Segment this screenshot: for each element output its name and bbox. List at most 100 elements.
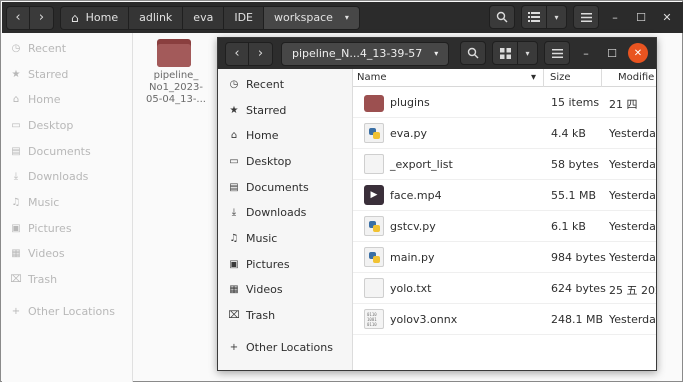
file-row[interactable]: gstcv.py 6.1 kB Yesterday — [353, 211, 656, 242]
sidebar-item-starred[interactable]: ★ Starred — [228, 104, 287, 117]
file-row[interactable]: _export_list 58 bytes Yesterday — [353, 149, 656, 180]
text-file-icon — [364, 278, 384, 298]
sidebar-item-label: Videos — [246, 283, 283, 296]
chevron-down-icon: ▾ — [344, 13, 349, 22]
sidebar-item-label: Documents — [28, 145, 91, 158]
trash-icon: ⌧ — [228, 310, 240, 321]
menu-button[interactable] — [544, 41, 570, 65]
view-toggle: ▾ — [492, 41, 538, 65]
close-button[interactable]: ✕ — [628, 43, 648, 63]
column-header-name[interactable]: Name — [357, 72, 387, 83]
file-row[interactable]: 0110 1001 0110 yolov3.onnx 248.1 MB Yester… — [353, 304, 656, 335]
sidebar-item-home[interactable]: ⌂ Home — [10, 93, 61, 106]
file-row[interactable]: plugins 15 items 21 四 — [353, 87, 656, 118]
breadcrumb-ide[interactable]: IDE — [224, 6, 264, 29]
sidebar-item-label: Other Locations — [28, 305, 115, 318]
picture-icon: ▣ — [229, 259, 239, 270]
file-size: 248.1 MB — [551, 313, 604, 326]
back-button[interactable]: ‹ — [225, 41, 249, 66]
file-modified: Yesterday — [609, 158, 656, 171]
back-window-back-button[interactable]: ‹ — [6, 5, 30, 30]
file-row[interactable]: main.py 984 bytes Yesterday — [353, 242, 656, 273]
list-view-button[interactable] — [521, 5, 547, 29]
file-list: Name ▾ Size Modifie plugins 15 items 21 … — [353, 69, 656, 370]
breadcrumb: ⌂ Home adlink eva IDE workspace ▾ — [60, 5, 360, 30]
video-file-icon: ▶ — [364, 185, 384, 205]
video-icon: ▦ — [229, 284, 239, 295]
sidebar-item-videos[interactable]: ▦ Videos — [10, 247, 64, 260]
file-row[interactable]: yolo.txt 624 bytes 25 五 2023 — [353, 273, 656, 304]
back-window-forward-button[interactable]: › — [30, 5, 54, 30]
sidebar-item-pictures[interactable]: ▣ Pictures — [228, 258, 290, 271]
grid-view-button[interactable] — [492, 41, 518, 65]
file-row[interactable]: ▶ face.mp4 55.1 MB Yesterday — [353, 180, 656, 211]
sort-indicator-icon: ▾ — [531, 72, 537, 83]
folder-label[interactable]: pipeline_ No1_2023- 05-04_13-... — [141, 70, 211, 106]
view-options-button[interactable]: ▾ — [518, 41, 538, 65]
search-button[interactable] — [489, 5, 515, 29]
menu-button[interactable] — [573, 5, 599, 29]
breadcrumb-adlink[interactable]: adlink — [129, 6, 184, 29]
column-divider[interactable] — [601, 69, 602, 87]
sidebar-item-desktop[interactable]: ▭ Desktop — [10, 119, 73, 132]
file-list-header: Name ▾ Size Modifie — [353, 69, 656, 87]
breadcrumb-workspace[interactable]: workspace ▾ — [264, 6, 359, 29]
file-name: face.mp4 — [390, 189, 442, 202]
breadcrumb-eva[interactable]: eva — [183, 6, 225, 29]
clock-icon: ◷ — [229, 79, 239, 90]
sidebar-item-documents[interactable]: ▤ Documents — [228, 181, 308, 194]
sidebar-item-label: Recent — [246, 78, 285, 91]
view-options-button[interactable]: ▾ — [547, 5, 567, 29]
sidebar-item-videos[interactable]: ▦ Videos — [228, 283, 283, 296]
sidebar-item-music[interactable]: ♫ Music — [10, 196, 60, 209]
sidebar-item-documents[interactable]: ▤ Documents — [10, 145, 91, 158]
sidebar-item-other-locations[interactable]: + Other Locations — [10, 305, 115, 318]
file-modified: Yesterday — [609, 251, 656, 264]
breadcrumb-home[interactable]: ⌂ Home — [61, 6, 130, 29]
breadcrumb-label: adlink — [139, 11, 173, 24]
file-size: 15 items — [551, 96, 600, 109]
sidebar-item-trash[interactable]: ⌧ Trash — [228, 309, 275, 322]
sidebar-item-recent[interactable]: ◷ Recent — [228, 78, 284, 91]
chevron-left-icon: ‹ — [234, 46, 240, 61]
folder-icon[interactable] — [157, 39, 191, 67]
minimize-button[interactable]: – — [576, 43, 596, 63]
column-divider[interactable] — [543, 69, 544, 87]
path-label: pipeline_N...4_13-39-57 — [292, 47, 423, 60]
python-file-icon — [364, 247, 384, 267]
sidebar-item-desktop[interactable]: ▭ Desktop — [228, 155, 291, 168]
python-file-icon — [364, 216, 384, 236]
sidebar-item-pictures[interactable]: ▣ Pictures — [10, 222, 71, 235]
sidebar-item-recent[interactable]: ◷ Recent — [10, 42, 66, 55]
sidebar-item-other-locations[interactable]: + Other Locations — [228, 341, 333, 354]
sidebar-item-starred[interactable]: ★ Starred — [10, 68, 69, 81]
column-header-size[interactable]: Size — [550, 72, 571, 83]
sidebar-item-music[interactable]: ♫ Music — [228, 232, 278, 245]
close-button[interactable]: ✕ — [657, 7, 677, 27]
sidebar-item-downloads[interactable]: ⤓ Downloads — [228, 206, 307, 219]
download-icon: ⤓ — [231, 207, 237, 218]
front-window-sidebar: ◷ Recent ★ Starred ⌂ Home ▭ Desktop ▤ Documen… — [218, 69, 353, 370]
sidebar-item-downloads[interactable]: ⤓ Downloads — [10, 170, 89, 183]
file-modified: Yesterday — [609, 220, 656, 233]
star-icon: ★ — [11, 69, 21, 80]
minimize-button[interactable]: – — [605, 7, 625, 27]
path-button[interactable]: pipeline_N...4_13-39-57 ▾ — [281, 41, 450, 66]
back-window-toolbar: ▾ – ☐ ✕ — [489, 5, 677, 29]
music-icon: ♫ — [11, 197, 21, 208]
forward-button[interactable]: › — [249, 41, 273, 66]
search-button[interactable] — [460, 41, 486, 65]
sidebar-item-label: Pictures — [246, 258, 290, 271]
file-row[interactable]: eva.py 4.4 kB Yesterday — [353, 118, 656, 149]
maximize-button[interactable]: ☐ — [631, 7, 651, 27]
maximize-button[interactable]: ☐ — [602, 43, 622, 63]
sidebar-item-label: Trash — [246, 309, 276, 322]
sidebar-item-home[interactable]: ⌂ Home — [228, 129, 279, 142]
clock-icon: ◷ — [11, 43, 21, 54]
trash-icon: ⌧ — [10, 274, 22, 285]
chevron-down-icon: ▾ — [525, 48, 530, 58]
column-header-modified[interactable]: Modifie — [618, 72, 654, 83]
sidebar-item-trash[interactable]: ⌧ Trash — [10, 273, 57, 286]
desktop-icon: ▭ — [229, 156, 239, 167]
sidebar-item-label: Downloads — [28, 170, 89, 183]
